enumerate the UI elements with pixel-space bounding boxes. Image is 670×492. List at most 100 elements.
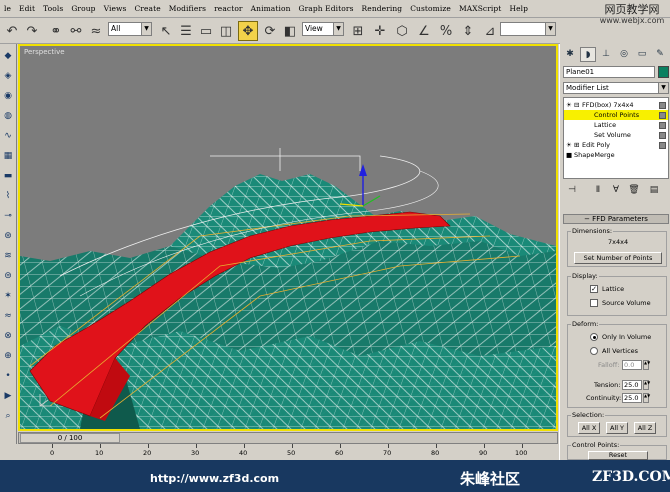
spinner-snap-icon[interactable]: ⇕	[458, 21, 478, 41]
menu-customize[interactable]: Customize	[406, 4, 455, 13]
menu-tools[interactable]: Tools	[39, 4, 67, 13]
create-tab-icon[interactable]: ✱	[562, 47, 578, 62]
all-y-button[interactable]: All Y	[606, 422, 628, 434]
named-selection-sets-dropdown[interactable]: ▼	[500, 22, 556, 36]
analyze-icon[interactable]: ⌕	[2, 410, 14, 422]
dashpot-icon[interactable]: ⊸	[2, 210, 14, 222]
menu-file[interactable]: le	[0, 4, 15, 13]
only-in-volume-radio[interactable]	[590, 333, 598, 341]
water-icon[interactable]: ≈	[2, 310, 14, 322]
make-unique-icon[interactable]: ∀	[609, 184, 623, 196]
preview-icon[interactable]: ▶	[2, 390, 14, 402]
undo-icon[interactable]: ↶	[2, 21, 22, 41]
utilities-tab-icon[interactable]: ✎	[652, 47, 668, 62]
softbody-icon[interactable]: ◍	[2, 110, 14, 122]
collapse-icon[interactable]: ⊟	[574, 100, 579, 110]
stack-item-lattice[interactable]: Lattice	[564, 120, 668, 130]
rope-icon[interactable]: ∿	[2, 130, 14, 142]
scale-icon[interactable]: ◧	[280, 21, 300, 41]
menu-rendering[interactable]: Rendering	[358, 4, 407, 13]
stack-item-edit-poly[interactable]: ☀ ⊞ Edit Poly	[564, 140, 668, 150]
menu-animation[interactable]: Animation	[247, 4, 295, 13]
manipulate-icon[interactable]: ✛	[370, 21, 390, 41]
stack-item-ffd[interactable]: ☀ ⊟ FFD(box) 7x4x4	[564, 100, 668, 110]
menu-graph-editors[interactable]: Graph Editors	[295, 4, 358, 13]
lattice-checkbox[interactable]: ✓	[590, 285, 598, 293]
wind-icon[interactable]: ≋	[2, 250, 14, 262]
all-x-button[interactable]: All X	[578, 422, 600, 434]
stack-item-toggle[interactable]	[659, 102, 666, 109]
menu-reactor[interactable]: reactor	[210, 4, 247, 13]
menu-group[interactable]: Group	[67, 4, 99, 13]
redo-icon[interactable]: ↷	[22, 21, 42, 41]
motion-tab-icon[interactable]: ◎	[616, 47, 632, 62]
track-bar[interactable]: 0 10 20 30 40 50 60 70 80 90 100	[18, 444, 558, 460]
percent-snap-icon[interactable]: %	[436, 21, 456, 41]
stack-item-toggle[interactable]	[659, 122, 666, 129]
spinner-arrows-icon[interactable]: ▲▼	[643, 380, 650, 390]
angle-snap-icon[interactable]: ∠	[414, 21, 434, 41]
all-vertices-radio[interactable]	[590, 347, 598, 355]
all-z-button[interactable]: All Z	[634, 422, 656, 434]
stack-item-toggle[interactable]	[659, 112, 666, 119]
spring-icon[interactable]: ⌇	[2, 190, 14, 202]
window-crossing-icon[interactable]: ◫	[216, 21, 236, 41]
move-icon[interactable]: ✥	[238, 21, 258, 41]
stack-item-control-points[interactable]: Control Points	[564, 110, 668, 120]
time-slider[interactable]: 0 / 100	[18, 432, 558, 444]
configure-modifier-sets-icon[interactable]: ▤	[647, 184, 661, 196]
spinner-arrows-icon[interactable]: ▲▼	[643, 393, 650, 403]
object-name-field[interactable]: Plane01	[563, 66, 655, 78]
menu-modifiers[interactable]: Modifiers	[165, 4, 210, 13]
toy-car-icon[interactable]: ⊜	[2, 270, 14, 282]
menu-views[interactable]: Views	[100, 4, 131, 13]
bind-spacewarp-icon[interactable]: ≈	[86, 21, 106, 41]
rollout-title[interactable]: − FFD Parameters	[563, 214, 669, 224]
rect-region-icon[interactable]: ▭	[196, 21, 216, 41]
selection-filter-dropdown[interactable]: All ▼	[108, 22, 152, 36]
motor-icon[interactable]: ⊛	[2, 230, 14, 242]
expand-icon[interactable]: ⊞	[574, 140, 579, 150]
stack-item-shapemerge[interactable]: ■ ShapeMerge	[564, 150, 668, 160]
select-icon[interactable]: ↖	[156, 21, 176, 41]
continuity-spinner[interactable]: 25.0	[622, 393, 642, 403]
unlink-icon[interactable]: ⚯	[66, 21, 86, 41]
display-tab-icon[interactable]: ▭	[634, 47, 650, 62]
plane-icon[interactable]: ▬	[2, 170, 14, 182]
hierarchy-tab-icon[interactable]: ⊥	[598, 47, 614, 62]
spinner-arrows-icon[interactable]: ▲▼	[643, 360, 650, 370]
select-link-icon[interactable]: ⚭	[46, 21, 66, 41]
time-slider-knob[interactable]: 0 / 100	[20, 433, 120, 443]
menu-help[interactable]: Help	[505, 4, 532, 13]
menu-maxscript[interactable]: MAXScript	[455, 4, 505, 13]
cloth-icon[interactable]: ◉	[2, 90, 14, 102]
lightbulb-icon[interactable]: ☀	[566, 100, 572, 110]
tension-spinner[interactable]: 25.0	[622, 380, 642, 390]
reset-button[interactable]: Reset	[588, 451, 648, 460]
set-number-of-points-button[interactable]: Set Number of Points	[574, 252, 662, 264]
hinge-icon[interactable]: ⊕	[2, 350, 14, 362]
deforming-mesh-icon[interactable]: ▦	[2, 150, 14, 162]
source-volume-checkbox[interactable]	[590, 299, 598, 307]
point-to-point-icon[interactable]: •	[2, 370, 14, 382]
rigid-body-icon[interactable]: ◈	[2, 70, 14, 82]
stack-item-set-volume[interactable]: Set Volume	[564, 130, 668, 140]
lightbulb-icon[interactable]: ☀	[566, 140, 572, 150]
menu-create[interactable]: Create	[130, 4, 164, 13]
perspective-viewport[interactable]: Perspective	[18, 44, 558, 431]
rotate-icon[interactable]: ⟳	[260, 21, 280, 41]
stack-item-toggle[interactable]	[659, 142, 666, 149]
select-by-name-icon[interactable]: ☰	[176, 21, 196, 41]
fracture-icon[interactable]: ✶	[2, 290, 14, 302]
falloff-spinner[interactable]: 0.0	[622, 360, 642, 370]
pivot-icon[interactable]: ⊞	[348, 21, 368, 41]
reactor-icon[interactable]: ◆	[2, 50, 14, 62]
remove-modifier-icon[interactable]: 🗑	[627, 184, 641, 196]
show-end-result-icon[interactable]: Ⅱ	[591, 184, 605, 196]
snap-icon[interactable]: ⬡	[392, 21, 412, 41]
pin-stack-icon[interactable]: ⊣	[565, 184, 579, 196]
reference-coord-dropdown[interactable]: View ▼	[302, 22, 344, 36]
named-selection-icon[interactable]: ⊿	[480, 21, 500, 41]
modifier-list-dropdown[interactable]: Modifier List ▼	[563, 82, 669, 94]
menu-edit[interactable]: Edit	[15, 4, 39, 13]
